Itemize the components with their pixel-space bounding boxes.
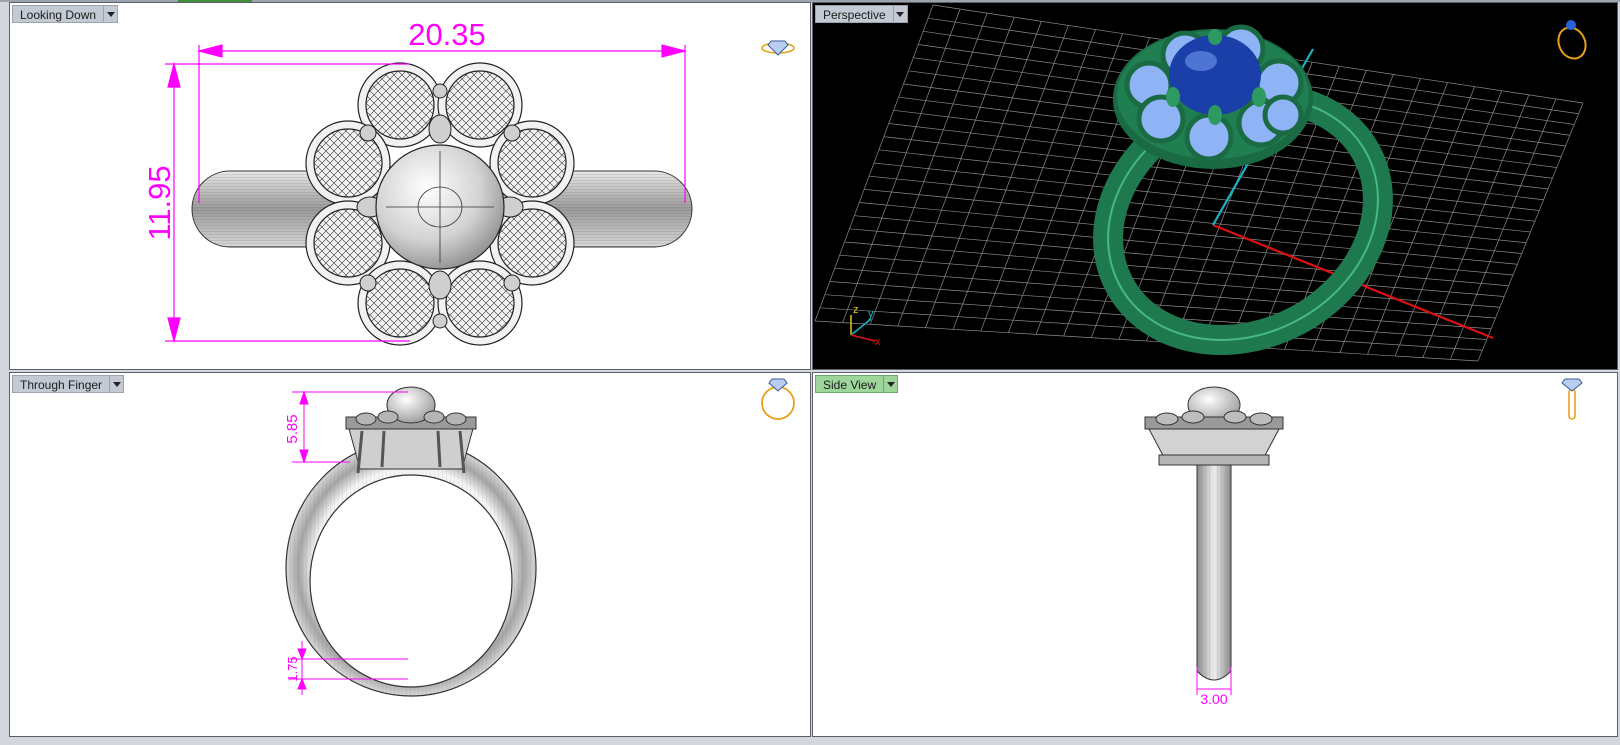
ring-orientation-icon[interactable]: [1561, 378, 1583, 420]
viewport-tab-label: Perspective: [815, 5, 893, 23]
viewport-tab-looking-down[interactable]: Looking Down: [12, 5, 119, 23]
viewport-looking-down[interactable]: Looking Down 20.35 11.95: [9, 2, 811, 370]
grid-line: [1422, 94, 1530, 358]
through-finger-drawing: 5.85 1.75: [284, 378, 795, 697]
axis-y-label: y: [868, 308, 874, 320]
head-profile: [345, 386, 477, 474]
grid-line: [854, 215, 1514, 276]
dropdown-arrow-icon[interactable]: [892, 5, 908, 23]
viewport-tab-label: Through Finger: [12, 375, 110, 393]
perspective-drawing: z y x: [814, 4, 1590, 362]
grid-line: [873, 162, 1531, 233]
dropdown-arrow-icon[interactable]: [883, 375, 899, 393]
viewport-through-finger[interactable]: Through Finger 5.85 1.75: [9, 372, 811, 737]
viewport-side-view[interactable]: Side View 3.00: [812, 372, 1618, 737]
viewport-tab-label: Looking Down: [12, 5, 104, 23]
grid-line: [839, 254, 1500, 308]
ring-orientation-icon[interactable]: [1553, 20, 1590, 63]
dropdown-arrow-icon[interactable]: [109, 375, 125, 393]
dropdown-arrow-icon[interactable]: [103, 5, 119, 23]
head-side-profile: [1144, 386, 1284, 466]
center-stone-3d: [1169, 35, 1261, 115]
axis-x-label: x: [875, 336, 881, 348]
grid-line: [1394, 90, 1503, 357]
viewport-tab-through-finger[interactable]: Through Finger: [12, 375, 125, 393]
viewport-tab-label: Side View: [815, 375, 884, 393]
ring-orientation-icon[interactable]: [761, 378, 795, 420]
dimension-width: 20.35: [408, 17, 486, 52]
grid-line: [864, 188, 1522, 254]
dimension-shank-thickness: 1.75: [285, 656, 300, 681]
center-pearl: [375, 144, 505, 270]
grid-line: [1450, 98, 1557, 360]
shank-side-profile: [1196, 452, 1232, 681]
side-view-drawing: 3.00: [1144, 378, 1583, 707]
viewport-tab-side-view[interactable]: Side View: [815, 375, 899, 393]
viewport-perspective[interactable]: Perspective z y x: [812, 2, 1618, 370]
grid-line: [859, 202, 1518, 265]
dimension-head-height: 5.85: [284, 414, 301, 443]
grid-line: [844, 241, 1505, 297]
viewport-tab-perspective[interactable]: Perspective: [815, 5, 908, 23]
dimension-shank-width: 3.00: [1200, 691, 1227, 707]
ring-orientation-icon[interactable]: [761, 40, 795, 56]
dimension-height: 11.95: [142, 165, 177, 240]
grid-line: [1477, 102, 1584, 362]
axis-z-label: z: [853, 304, 859, 316]
ring-band-profile: [285, 439, 537, 697]
looking-down-drawing: 20.35 11.95: [142, 17, 795, 346]
